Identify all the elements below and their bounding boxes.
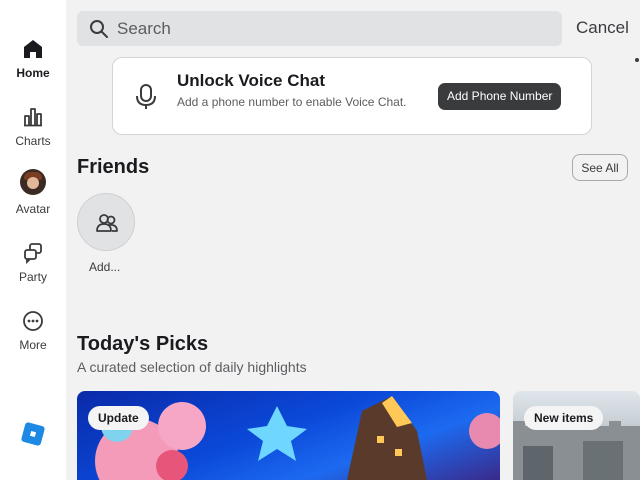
voice-chat-card: Unlock Voice Chat Add a phone number to … <box>112 57 592 135</box>
pick-tile-new-items[interactable]: New items <box>513 391 640 480</box>
home-icon <box>24 40 42 58</box>
game-artwork-update <box>95 396 500 480</box>
update-tag: Update <box>88 406 149 430</box>
sidebar: Home Charts Avatar Party More <box>0 0 66 480</box>
sidebar-item-party[interactable]: Party <box>0 241 66 284</box>
add-friends-icon <box>96 214 118 232</box>
sidebar-item-label: Party <box>18 270 47 284</box>
add-friends-label: Add... <box>89 260 121 274</box>
todays-picks-subtitle: A curated selection of daily highlights <box>77 359 307 375</box>
sidebar-item-avatar[interactable]: Avatar <box>0 169 66 216</box>
sidebar-item-home[interactable]: Home <box>0 37 66 80</box>
charts-icon <box>24 108 42 127</box>
see-all-button[interactable]: See All <box>572 154 628 181</box>
notification-dot <box>635 58 639 62</box>
add-friends-button[interactable] <box>77 193 135 251</box>
pick-tile-update[interactable]: Update <box>77 391 500 480</box>
sidebar-item-more[interactable]: More <box>0 309 66 352</box>
party-icon <box>24 243 42 265</box>
sidebar-item-label: Home <box>16 66 50 80</box>
new-items-tag: New items <box>524 406 604 430</box>
more-icon <box>23 311 43 331</box>
sidebar-item-label: More <box>19 338 47 352</box>
sidebar-item-charts[interactable]: Charts <box>0 105 66 148</box>
todays-picks-title: Today's Picks <box>77 333 209 355</box>
cancel-button[interactable]: Cancel <box>576 18 629 38</box>
search-input[interactable] <box>117 11 537 46</box>
sidebar-item-label: Charts <box>15 134 51 148</box>
microphone-icon <box>136 84 156 109</box>
sidebar-item-label: Avatar <box>15 202 51 216</box>
roblox-logo-icon[interactable] <box>20 421 46 447</box>
search-icon <box>90 20 108 38</box>
voice-chat-subtitle: Add a phone number to enable Voice Chat. <box>177 95 407 109</box>
search-bar[interactable] <box>77 11 562 46</box>
avatar-icon <box>20 169 46 195</box>
voice-chat-title: Unlock Voice Chat <box>177 71 325 90</box>
game-artwork-new-items <box>513 421 640 480</box>
friends-title: Friends <box>77 156 150 178</box>
add-phone-number-button[interactable]: Add Phone Number <box>438 83 562 110</box>
